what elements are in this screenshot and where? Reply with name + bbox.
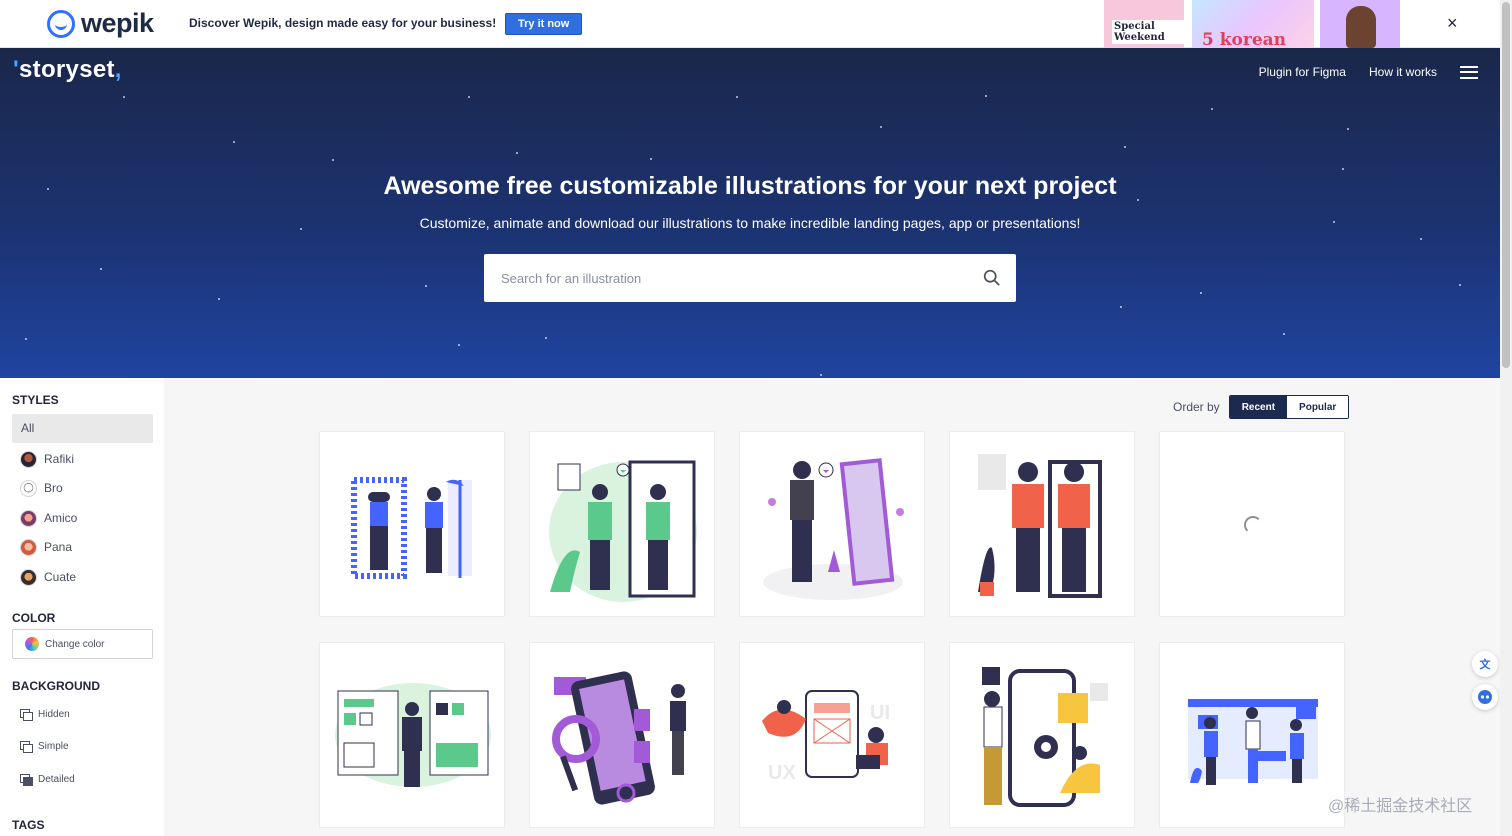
nav-plugin-for-figma[interactable]: Plugin for Figma <box>1259 65 1346 79</box>
style-pana[interactable]: Pana <box>20 538 72 556</box>
background-detailed[interactable]: Detailed <box>20 774 75 786</box>
order-recent-button[interactable]: Recent <box>1229 396 1288 418</box>
illustration-card[interactable] <box>739 431 925 617</box>
background-simple[interactable]: Simple <box>20 741 69 753</box>
illustration-mirror-selfie <box>351 477 472 579</box>
illustration-ui-blue <box>1188 699 1318 785</box>
color-wheel-icon <box>25 637 39 651</box>
hero-section: 'storyset, Plugin for Figma How it works… <box>0 48 1500 378</box>
style-bro[interactable]: Bro <box>20 479 63 497</box>
page-scrollbar[interactable] <box>1500 0 1512 836</box>
illustration-card[interactable] <box>529 431 715 617</box>
search-icon[interactable] <box>983 269 1000 286</box>
storyset-logo[interactable]: 'storyset, <box>13 56 122 84</box>
illustration-card[interactable] <box>319 642 505 828</box>
illustration-card[interactable] <box>1159 642 1345 828</box>
top-nav: Plugin for Figma How it works <box>1259 65 1478 79</box>
illustration-card[interactable]: UX UI <box>739 642 925 828</box>
translate-icon[interactable]: 文 <box>1472 651 1498 677</box>
illustration-ux-yellow <box>982 667 1108 807</box>
illustration-card-loading[interactable] <box>1159 431 1345 617</box>
wepik-logo[interactable]: wepik <box>47 8 154 39</box>
color-heading: COLOR <box>12 611 56 625</box>
order-by-control: Order by Recent Popular <box>1173 395 1350 419</box>
illustration-ui-ux-phone <box>552 671 686 805</box>
promo-banner: wepik Discover Wepik, design made easy f… <box>0 0 1500 48</box>
pana-avatar <box>20 538 37 556</box>
background-hidden[interactable]: Hidden <box>20 709 70 721</box>
try-it-now-button[interactable]: Try it now <box>505 13 583 35</box>
illustration-ux-wireframe <box>335 683 491 787</box>
svg-text:UX: UX <box>768 762 796 784</box>
layers-filled-icon <box>20 774 33 786</box>
illustration-ux-red: UX UI <box>762 690 890 784</box>
illustration-card[interactable] <box>319 431 505 617</box>
background-heading: BACKGROUND <box>12 679 100 693</box>
tags-heading: TAGS <box>12 818 45 832</box>
change-color-button[interactable]: Change color <box>12 629 153 659</box>
illustration-mirror-red-shirt <box>978 454 1102 598</box>
nav-how-it-works[interactable]: How it works <box>1369 65 1437 79</box>
filters-sidebar: STYLES All Rafiki Bro Amico Pana Cuate C… <box>0 378 164 836</box>
styles-heading: STYLES <box>12 393 59 407</box>
style-cuate[interactable]: Cuate <box>20 568 76 586</box>
promo-artwork[interactable]: Special Weekend 5 korean <box>1104 0 1400 48</box>
cuate-avatar <box>20 568 37 586</box>
promo-art-1: Special Weekend <box>1104 0 1184 48</box>
watermark: @稀土掘金技术社区 <box>1328 798 1473 815</box>
hero-title: Awesome free customizable illustrations … <box>383 172 1117 200</box>
search-bar <box>484 254 1016 302</box>
illustration-card[interactable] <box>529 642 715 828</box>
search-input[interactable] <box>484 254 954 302</box>
hamburger-menu-icon[interactable] <box>1460 65 1478 79</box>
wepik-logo-icon <box>47 9 75 38</box>
scrollbar-thumb[interactable] <box>1502 2 1510 368</box>
promo-text: Discover Wepik, design made easy for you… <box>189 16 497 30</box>
hero-subtitle: Customize, animate and download our illu… <box>419 215 1081 231</box>
close-icon[interactable]: × <box>1447 14 1458 32</box>
illustration-mirror-reflection <box>549 460 697 602</box>
illustration-card[interactable] <box>949 642 1135 828</box>
style-all[interactable]: All <box>12 414 153 443</box>
illustration-card[interactable] <box>949 431 1135 617</box>
order-toggle: Recent Popular <box>1228 395 1350 419</box>
rafiki-avatar <box>20 450 37 468</box>
svg-text:UI: UI <box>870 702 890 724</box>
layers-icon <box>20 709 33 721</box>
promo-art-3 <box>1320 0 1400 48</box>
illustration-mirror-purple <box>763 458 904 600</box>
order-by-label: Order by <box>1173 400 1220 414</box>
bro-avatar <box>20 479 37 497</box>
loading-spinner-icon <box>1244 516 1262 534</box>
promo-art-2: 5 korean <box>1192 0 1314 48</box>
amico-avatar <box>20 509 37 527</box>
layers-icon <box>20 741 33 753</box>
assistant-bot-icon[interactable] <box>1472 684 1498 710</box>
style-rafiki[interactable]: Rafiki <box>20 450 74 468</box>
style-amico[interactable]: Amico <box>20 509 77 527</box>
order-popular-button[interactable]: Popular <box>1287 396 1349 418</box>
